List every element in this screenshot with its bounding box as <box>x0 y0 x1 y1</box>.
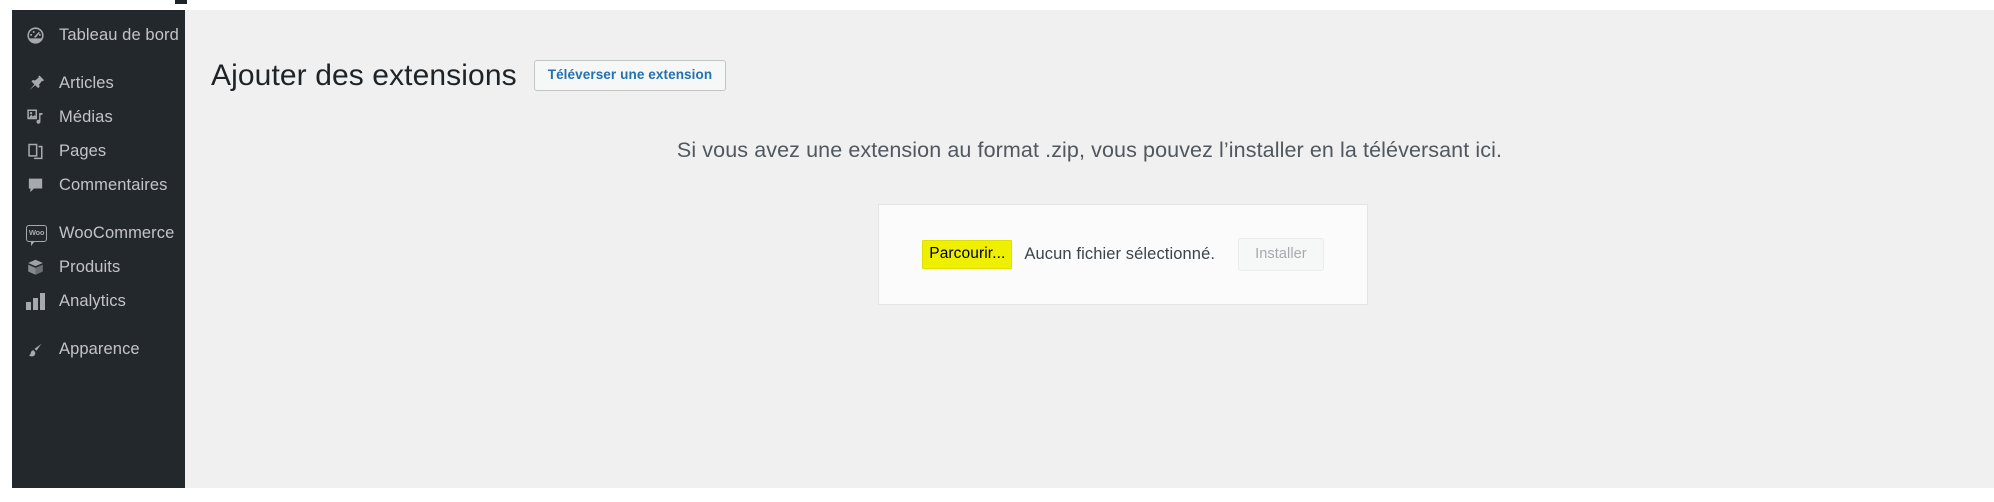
pin-icon <box>26 73 50 93</box>
sidebar-divider <box>12 52 185 66</box>
browse-file-button[interactable]: Parcourir... <box>922 240 1013 269</box>
scroll-artifact <box>175 0 187 4</box>
pages-icon <box>26 141 50 161</box>
bar-chart-icon <box>26 291 50 311</box>
sidebar-divider <box>12 202 185 216</box>
sidebar-item-label: Pages <box>59 141 107 160</box>
sidebar-item-label: Analytics <box>59 291 126 310</box>
page-header: Ajouter des extensions Téléverser une ex… <box>211 36 727 115</box>
browser-viewport: Tableau de bord Articles Médias Pages Co… <box>0 0 1994 502</box>
sidebar-item-comments[interactable]: Commentaires <box>12 168 185 202</box>
admin-sidebar-menu: Tableau de bord Articles Médias Pages Co… <box>12 10 185 488</box>
sidebar-item-medias[interactable]: Médias <box>12 100 185 134</box>
product-box-icon <box>26 257 50 277</box>
sidebar-item-analytics[interactable]: Analytics <box>12 284 185 318</box>
sidebar-top-spacer <box>12 10 185 18</box>
top-gutter <box>0 0 1994 10</box>
media-icon <box>26 107 50 127</box>
sidebar-item-pages[interactable]: Pages <box>12 134 185 168</box>
sidebar-item-label: Tableau de bord <box>59 25 179 44</box>
upload-plugin-button[interactable]: Téléverser une extension <box>533 60 727 91</box>
main-content-area: Ajouter des extensions Téléverser une ex… <box>185 10 1994 488</box>
sidebar-item-label: Commentaires <box>59 175 168 194</box>
sidebar-item-appearance[interactable]: Apparence <box>12 332 185 366</box>
bottom-gutter <box>0 488 1994 502</box>
page-title: Ajouter des extensions <box>211 59 517 93</box>
install-now-button[interactable]: Installer <box>1238 237 1324 272</box>
sidebar-item-label: WooCommerce <box>59 223 175 242</box>
sidebar-item-products[interactable]: Produits <box>12 250 185 284</box>
sidebar-item-label: Articles <box>59 73 114 92</box>
sidebar-divider <box>12 318 185 332</box>
plugin-upload-box: Parcourir... Aucun fichier sélectionné. … <box>878 204 1368 305</box>
appearance-brush-icon <box>26 339 50 359</box>
dashboard-icon <box>26 25 50 45</box>
sidebar-item-label: Médias <box>59 107 113 126</box>
sidebar-item-articles[interactable]: Articles <box>12 66 185 100</box>
upload-hint-wrapper: Si vous avez une extension au format .zi… <box>185 135 1994 165</box>
selected-file-status: Aucun fichier sélectionné. <box>1024 245 1216 263</box>
comment-icon <box>26 175 50 195</box>
upload-hint-text: Si vous avez une extension au format .zi… <box>676 138 1503 162</box>
sidebar-item-woocommerce[interactable]: Woo WooCommerce <box>12 216 185 250</box>
sidebar-item-dashboard[interactable]: Tableau de bord <box>12 18 185 52</box>
sidebar-item-label: Produits <box>59 257 121 276</box>
plugin-upload-form: Parcourir... Aucun fichier sélectionné. … <box>922 237 1324 272</box>
sidebar-item-label: Apparence <box>59 339 140 358</box>
woocommerce-icon: Woo <box>26 223 50 246</box>
